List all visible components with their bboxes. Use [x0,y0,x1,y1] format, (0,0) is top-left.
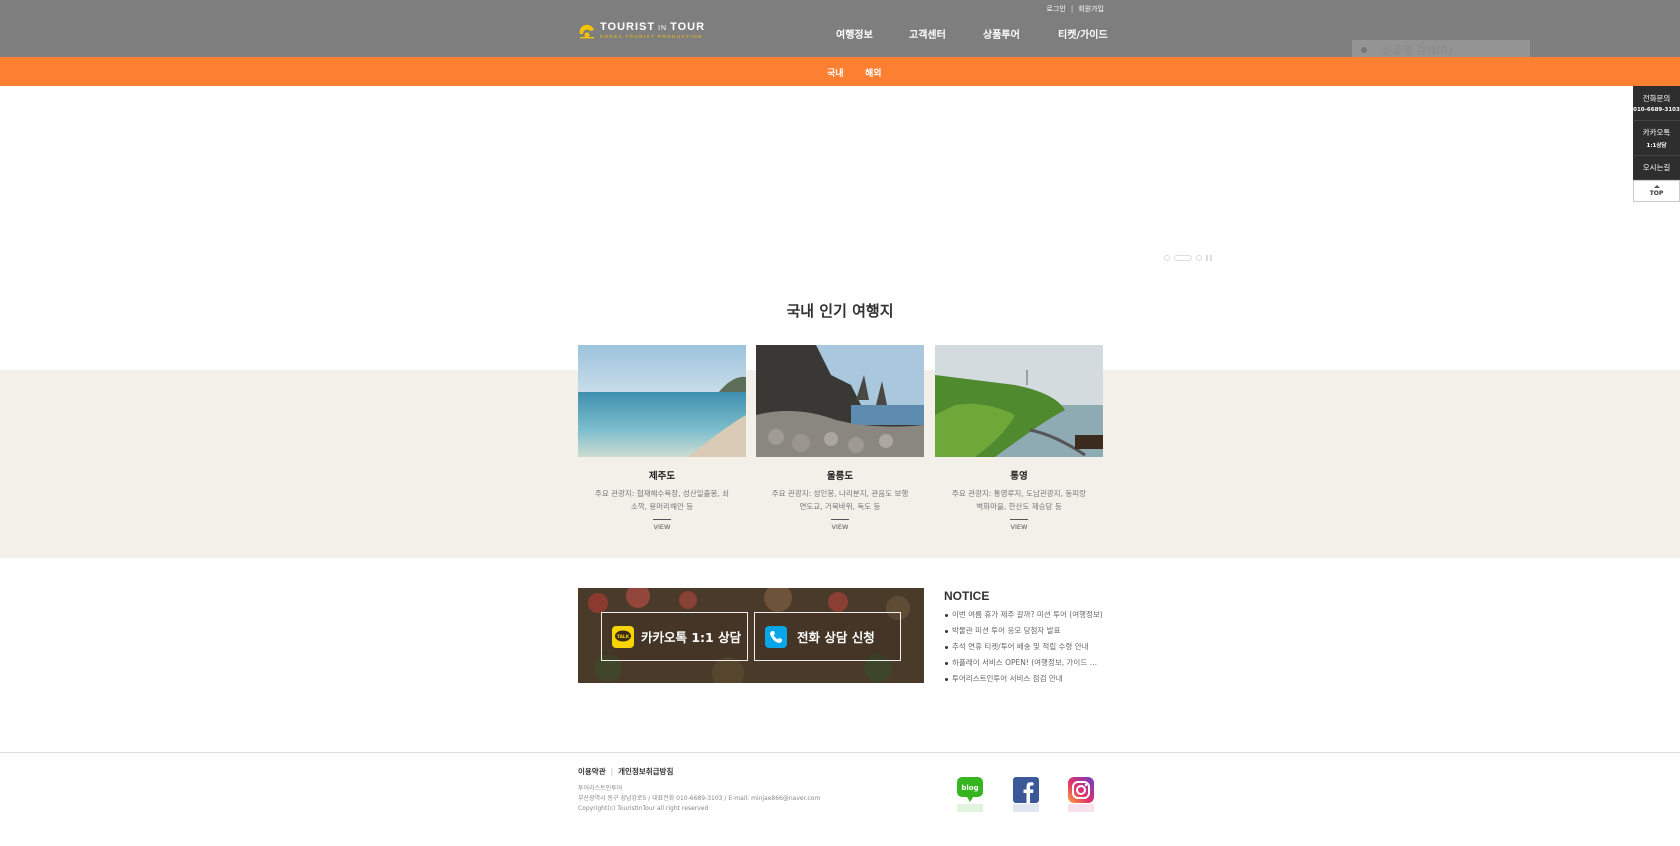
notice-item[interactable]: 이번 여름 휴가 제주 갈까? 미션 투어 (여행정보) [944,607,1104,623]
footer-company: 투어리스트인투어 [578,785,623,792]
phone-consult-label: 전화 상담 신청 [797,630,875,645]
jeju-beach-image[interactable] [578,345,746,457]
tongyeong-coast-image[interactable] [935,345,1103,457]
blog-icon[interactable]: blog [957,777,983,812]
quick-kakao-label: 카카오톡 [1642,128,1671,137]
destination-card-jeju[interactable]: 제주도 주요 관광지: 협재해수욕장, 성산일출봉, 쇠소깍, 용머리해안 등 … [578,345,746,533]
notice-item[interactable]: 박물관 미션 투어 응모 당첨자 발표 [944,623,1104,639]
notice-title: NOTICE [944,589,990,603]
card-view-link[interactable]: VIEW [1010,519,1028,531]
privacy-link[interactable]: 개인정보취급방침 [618,766,673,777]
quick-phone-number: 010-6689-3103 [1633,107,1680,113]
notice-list: 이번 여름 휴가 제주 갈까? 미션 투어 (여행정보) 박물관 미션 투어 응… [944,607,1104,687]
terms-link[interactable]: 이용약관 [578,766,606,777]
arrow-up-icon [1653,185,1660,188]
slider-dot[interactable] [1164,255,1170,261]
sub-nav: 국내 해외 [0,57,1680,86]
signup-link[interactable]: 회원가입 [1078,4,1104,14]
logo-word-in: IN [658,25,668,33]
consult-banner: TALK 카카오톡 1:1 상담 전화 상담 신청 [578,588,924,683]
quick-phone-label: 전화문의 [1642,94,1671,103]
subnav-overseas[interactable]: 해외 [865,66,882,79]
logo-tagline: KOREA TOURIST PRODUCTION [600,34,703,40]
quick-directions-label: 오시는길 [1642,163,1671,172]
footer-link-divider: | [610,767,614,776]
quick-kakao-sub: 1:1상담 [1646,143,1667,149]
logo-sun-icon [578,22,596,40]
quick-kakao[interactable]: 카카오톡 1:1상담 [1633,121,1680,156]
subnav-domestic[interactable]: 국내 [827,66,844,79]
notice-item[interactable]: 하플레이 서비스 OPEN! (여행정보, 가이드 예약) [944,655,1104,671]
notice-item[interactable]: 투어리스트인투어 서비스 점검 안내 [944,671,1104,687]
search-icon[interactable] [1360,46,1368,54]
scroll-top-label: TOP [1649,190,1664,197]
card-description: 주요 관광지: 협재해수욕장, 성산일출봉, 쇠소깍, 용머리해안 등 [594,489,730,511]
footer-divider [0,752,1680,753]
slider-pagination [1164,255,1212,261]
logo-word-tourist: TOURIST [600,21,656,34]
site-logo[interactable]: TOURIST IN TOUR KOREA TOURIST PRODUCTION [578,20,705,42]
slider-dot-active[interactable] [1174,255,1192,261]
notice-item[interactable]: 추석 연휴 티켓/투어 배송 및 적립 수령 안내 [944,639,1104,655]
kakao-consult-button[interactable]: TALK 카카오톡 1:1 상담 [601,612,748,661]
kakao-icon-text: TALK [617,634,630,640]
kakao-talk-icon: TALK [612,625,634,648]
kakao-consult-label: 카카오톡 1:1 상담 [641,630,742,645]
nav-ticket-guide[interactable]: 티켓/가이드 [1058,26,1108,41]
util-divider: | [1070,5,1074,13]
login-link[interactable]: 로그인 [1047,4,1066,14]
facebook-icon[interactable] [1013,777,1039,812]
search-input[interactable] [1382,43,1522,57]
logo-word-tour: TOUR [670,21,706,34]
footer-info: 투어리스트인투어 부산광역시 동구 성남강로5 / 대표전화 010-6689-… [578,784,820,814]
quick-menu: 전화문의 010-6689-3103 카카오톡 1:1상담 오시는길 TOP [1633,86,1680,202]
notice-box: NOTICE 이번 여름 휴가 제주 갈까? 미션 투어 (여행정보) 박물관 … [944,589,1104,687]
quick-directions[interactable]: 오시는길 [1633,156,1680,180]
blog-icon-text: blog [961,784,978,792]
ulleungdo-rocks-image[interactable] [756,345,924,457]
destination-card-ulleungdo[interactable]: 울릉도 주요 관광지: 성인봉, 나리분지, 관음도 보행연도교, 거북바위, … [756,345,924,533]
header: TOURIST IN TOUR KOREA TOURIST PRODUCTION 로… [0,0,1680,60]
nav-travel-info[interactable]: 여행정보 [836,26,873,41]
nav-product-tour[interactable]: 상품투어 [983,26,1020,41]
footer-copyright: Copyright(c) TouristInTour all right res… [578,805,709,812]
destination-card-tongyeong[interactable]: 통영 주요 관광지: 통영루지, 도남관광지, 동피랑 벽화마을, 한산도 제승… [935,345,1103,533]
card-description: 주요 관광지: 성인봉, 나리분지, 관음도 보행연도교, 거북바위, 독도 등 [771,489,909,511]
utility-links: 로그인 | 회원가입 [1040,4,1104,14]
card-name: 제주도 [648,471,676,482]
pause-icon[interactable] [1206,255,1212,261]
phone-icon [765,625,787,648]
slider-dot[interactable] [1196,255,1202,261]
card-description: 주요 관광지: 통영루지, 도남관광지, 동피랑 벽화마을, 한산도 제승당 등 [951,489,1087,511]
card-view-link[interactable]: VIEW [831,519,849,531]
phone-consult-button[interactable]: 전화 상담 신청 [754,612,901,661]
card-name: 울릉도 [826,471,854,482]
footer-links: 이용약관 | 개인정보취급방침 [578,766,673,777]
instagram-icon[interactable] [1068,777,1094,812]
quick-phone[interactable]: 전화문의 010-6689-3103 [1633,86,1680,121]
nav-customer-center[interactable]: 고객센터 [909,26,946,41]
scroll-top-button[interactable]: TOP [1633,180,1680,202]
section-title: 국내 인기 여행지 [786,302,894,320]
card-name: 통영 [1010,471,1028,482]
card-view-link[interactable]: VIEW [653,519,671,531]
footer-address: 부산광역시 동구 성남강로5 / 대표전화 010-6689-3103 / E-… [578,795,821,802]
